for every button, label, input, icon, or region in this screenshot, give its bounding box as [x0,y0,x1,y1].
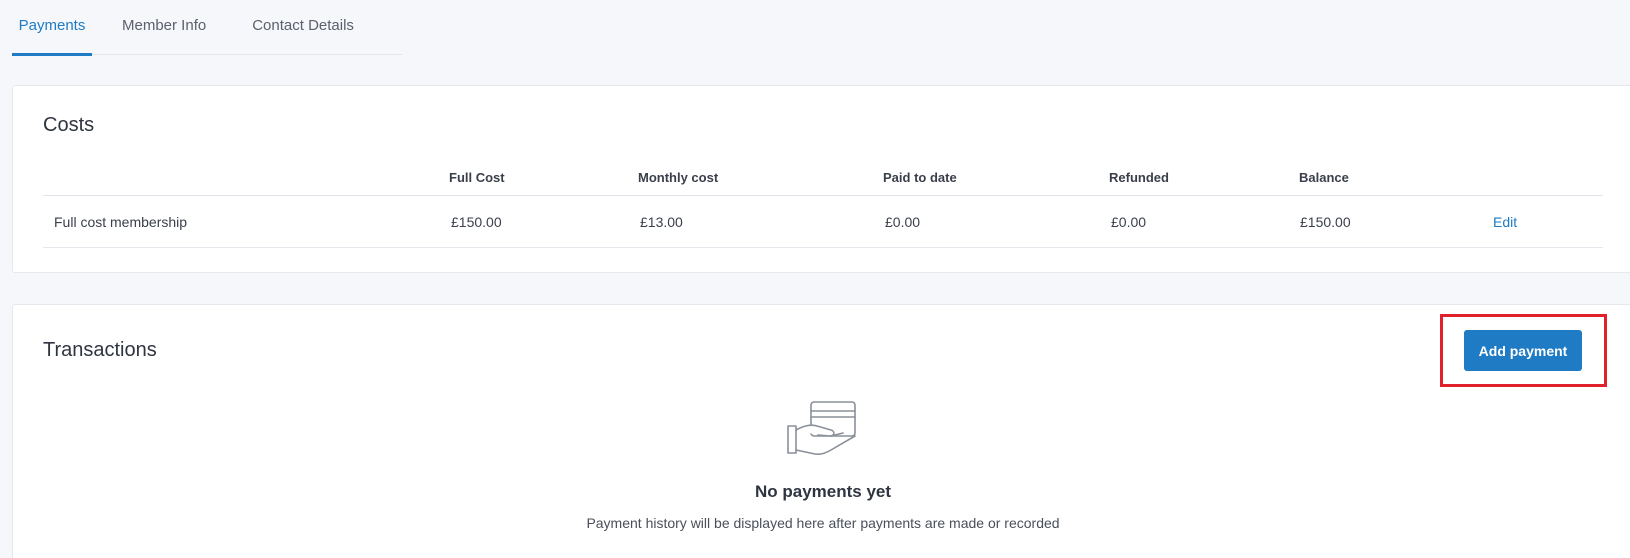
costs-title: Costs [43,114,95,136]
edit-link[interactable]: Edit [1493,214,1517,230]
card-in-hand-icon [787,401,856,456]
tab-contact-details[interactable]: Contact Details [252,0,354,55]
row-label: Full cost membership [54,214,188,230]
add-payment-button[interactable]: Add payment [1464,330,1582,371]
tab-bar: Payments Member Info Contact Details [12,0,402,56]
header-refunded: Refunded [1109,170,1169,185]
header-full-cost: Full Cost [449,170,505,185]
tab-payments[interactable]: Payments [12,0,92,56]
row-monthly-cost: £13.00 [640,214,683,230]
costs-card: Costs Full Cost Monthly cost Paid to dat… [12,85,1630,273]
row-paid-to-date: £0.00 [885,214,921,230]
header-monthly-cost: Monthly cost [638,170,719,185]
transactions-title: Transactions [43,339,157,361]
header-paid-to-date: Paid to date [883,170,957,185]
empty-state-title: No payments yet [754,482,892,501]
costs-table-header: Full Cost Monthly cost Paid to date Refu… [43,156,1603,196]
row-full-cost: £150.00 [451,214,502,230]
header-balance: Balance [1299,170,1349,185]
empty-state-description: Payment history will be displayed here a… [586,515,1060,531]
row-balance: £150.00 [1300,214,1351,230]
costs-table: Full Cost Monthly cost Paid to date Refu… [43,156,1603,248]
table-row: Full cost membership £150.00 £13.00 £0.0… [43,196,1603,248]
row-refunded: £0.00 [1111,214,1147,230]
tab-member-info[interactable]: Member Info [122,0,206,55]
